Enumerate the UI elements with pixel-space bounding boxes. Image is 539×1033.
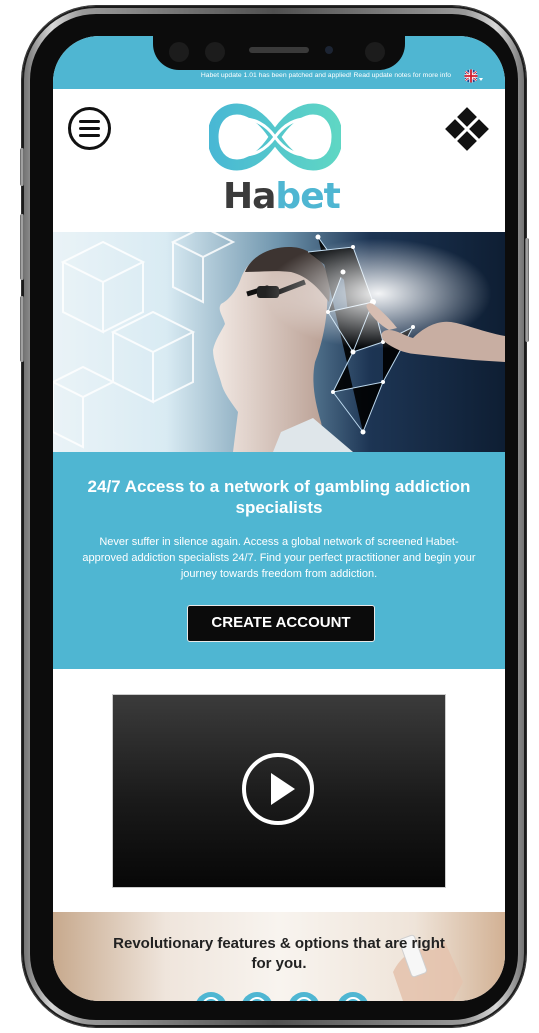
features-section: Revolutionary features & options that ar…: [53, 912, 505, 1001]
promo-description: Never suffer in silence again. Access a …: [82, 536, 476, 580]
create-account-button[interactable]: CREATE ACCOUNT: [187, 605, 375, 642]
promo-section: 24/7 Access to a network of gambling add…: [53, 452, 505, 669]
update-notice-link[interactable]: Habet update 1.01 has been patched and a…: [201, 72, 451, 79]
earpiece-speaker: [249, 47, 309, 53]
uk-flag-icon: [464, 69, 483, 83]
infinity-logo-icon: [209, 103, 341, 171]
play-icon[interactable]: [242, 753, 314, 825]
video-player[interactable]: [113, 695, 445, 887]
menu-line: [79, 134, 100, 137]
feature-icon-ring: [295, 997, 313, 1001]
logo-wordmark: Habet: [223, 176, 341, 217]
front-camera: [325, 46, 333, 54]
logo-text-bet: bet: [275, 176, 340, 217]
notch-sensor: [169, 42, 189, 62]
play-triangle: [271, 773, 295, 805]
phone-notch: [153, 36, 405, 70]
power-button: [525, 238, 529, 342]
logo-text-ha: Ha: [223, 176, 276, 217]
volume-down-button: [20, 296, 24, 362]
hero-image: [53, 232, 505, 452]
menu-line: [79, 127, 100, 130]
promo-title: 24/7 Access to a network of gambling add…: [87, 477, 471, 517]
menu-line: [79, 120, 100, 123]
notch-sensor: [365, 42, 385, 62]
feature-icon-ring: [344, 997, 362, 1001]
video-section: [53, 669, 505, 912]
silent-switch: [20, 148, 24, 186]
features-title: Revolutionary features & options that ar…: [113, 935, 445, 972]
habet-logo[interactable]: Habet: [209, 101, 341, 217]
diamond-grid-icon: [445, 107, 489, 151]
grid-menu-icon[interactable]: [443, 107, 491, 155]
language-selector[interactable]: [464, 69, 484, 83]
hero-illustration: [53, 232, 505, 452]
hamburger-menu-icon[interactable]: [68, 107, 111, 150]
notch-sensor: [205, 42, 225, 62]
volume-up-button: [20, 214, 24, 280]
phone-screen: Habet update 1.01 has been patched and a…: [53, 36, 505, 1001]
feature-icon-ring: [248, 997, 266, 1001]
site-header: Habet: [53, 89, 505, 232]
feature-icon-ring: [202, 997, 220, 1001]
